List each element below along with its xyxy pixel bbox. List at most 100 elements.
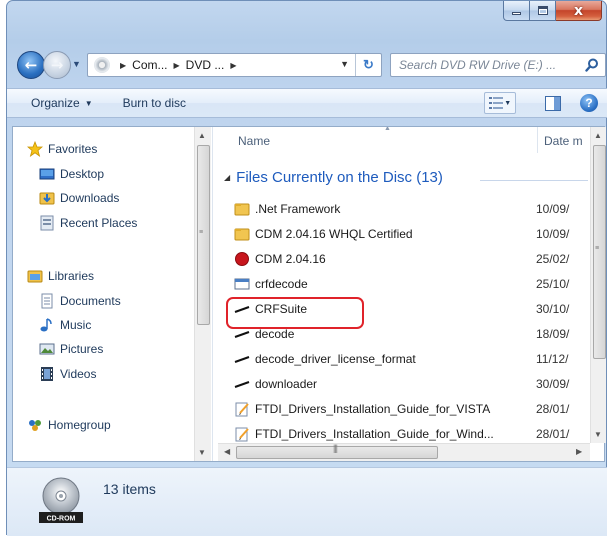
homegroup-icon [29,420,41,431]
folder-icon [234,203,250,216]
breadcrumb-computer[interactable]: Com... [132,58,167,72]
computer-drive-icon [94,57,110,73]
sidebar-item-recent-places[interactable]: Recent Places [39,213,137,233]
column-header-date-modified[interactable]: Date m [544,134,583,148]
documents-icon [41,293,53,309]
sidebar-item-documents[interactable]: Documents [39,291,121,311]
file-date-modified: 25/02/ [536,252,570,266]
file-row[interactable]: .Net Framework 10/09/ [234,198,590,220]
details-view-icon [488,97,503,109]
pane-divider[interactable] [212,127,213,461]
file-row[interactable]: decode_driver_license_format 11/12/ [234,348,590,370]
file-list-vertical-scrollbar[interactable]: ▲ ≡ ▼ [590,127,606,443]
sidebar-item-favorites[interactable]: Favorites [27,139,97,159]
maximize-button[interactable] [530,1,556,21]
group-divider-line [480,180,588,181]
sidebar-item-pictures[interactable]: Pictures [39,339,103,359]
document-icon [235,427,249,442]
view-dropdown-icon[interactable]: ▼ [504,100,511,107]
sidebar-label: Downloads [60,191,120,205]
window-icon [234,278,250,290]
downloads-folder-icon [39,192,55,205]
close-button[interactable]: x [556,1,602,21]
group-header[interactable]: ◢ Files Currently on the Disc (13) [224,169,443,186]
file-date-modified: 10/09/ [536,202,570,216]
annotation-highlight-box [226,297,364,329]
recent-pages-dropdown[interactable]: ▼ [72,59,81,69]
sort-ascending-icon: ▲ [384,127,391,132]
chevron-right-icon[interactable]: ▶ [230,61,236,70]
details-pane: CD-ROM 13 items [7,467,607,536]
document-icon [235,402,249,417]
file-name: FTDI_Drivers_Installation_Guide_for_VIST… [255,402,491,416]
file-row[interactable]: crfdecode 25/10/ [234,273,590,295]
search-icon[interactable] [585,58,599,72]
file-date-modified: 18/09/ [536,327,570,341]
address-bar[interactable]: ▶ Com... ▶ DVD ... ▶ ▼ ↻ [87,53,382,77]
scrollbar-thumb[interactable] [593,145,606,359]
scroll-down-icon[interactable]: ▼ [198,448,206,457]
preview-pane-icon [545,95,561,111]
file-name: crfdecode [255,277,308,291]
file-row[interactable]: FTDI_Drivers_Installation_Guide_for_VIST… [234,398,590,420]
sidebar-item-desktop[interactable]: Desktop [39,164,104,184]
desktop-icon [39,168,55,180]
file-row[interactable]: CDM 2.04.16 25/02/ [234,248,590,270]
file-list-horizontal-scrollbar[interactable]: ◀ ||| ▶ [218,443,590,461]
file-row[interactable]: downloader 30/09/ [234,373,590,395]
file-name: CDM 2.04.16 [255,252,326,266]
refresh-button[interactable]: ↻ [355,54,381,76]
file-row[interactable]: CDM 2.04.16 WHQL Certified 10/09/ [234,223,590,245]
file-row[interactable]: FTDI_Drivers_Installation_Guide_for_Wind… [234,423,590,445]
column-headers: ▲ Name Date m [218,127,590,153]
sidebar-item-videos[interactable]: Videos [39,364,96,384]
scrollbar-grip-icon: ≡ [595,245,600,252]
column-header-name[interactable]: Name [238,134,270,148]
sidebar-item-music[interactable]: Music [39,315,91,335]
scroll-down-icon[interactable]: ▼ [594,430,602,439]
scroll-left-icon[interactable]: ◀ [224,447,230,456]
change-view-button[interactable]: ▼ [484,92,516,114]
collapse-group-icon[interactable]: ◢ [224,173,230,182]
file-name: FTDI_Drivers_Installation_Guide_for_Wind… [255,427,494,441]
file-name: decode_driver_license_format [255,352,416,366]
file-date-modified: 30/10/ [536,302,570,316]
explorer-window: x ← → ▼ ▶ Com... ▶ DVD ... ▶ ▼ ↻ Search … [6,0,607,536]
sidebar-item-downloads[interactable]: Downloads [39,188,119,208]
navigation-row: ← → ▼ ▶ Com... ▶ DVD ... ▶ ▼ ↻ Search DV… [7,49,607,79]
close-icon: x [573,2,584,19]
search-input[interactable]: Search DVD RW Drive (E:) ... [399,58,556,72]
navigation-pane: Favorites Desktop Downloads Recent Place… [13,127,211,461]
help-button[interactable]: ? [580,94,598,112]
file-icon [234,381,250,388]
minimize-icon [512,12,521,15]
sidebar-label: Recent Places [60,216,138,230]
minimize-button[interactable] [503,1,530,21]
scroll-right-icon[interactable]: ▶ [576,447,582,456]
sidebar-item-libraries[interactable]: Libraries [27,266,94,286]
pictures-icon [39,343,55,355]
search-box[interactable]: Search DVD RW Drive (E:) ... [390,53,606,77]
navigation-scrollbar[interactable]: ▲ ≡ ▼ [194,127,211,461]
organize-label: Organize [31,96,80,110]
drive-label: CD-ROM [47,516,76,523]
breadcrumb-dvd-drive[interactable]: DVD ... [186,58,225,72]
scrollbar-grip-icon: ≡ [199,229,204,236]
videos-icon [41,367,53,381]
burn-to-disc-button[interactable]: Burn to disc [115,92,194,114]
organize-button[interactable]: Organize ▼ [23,92,101,114]
scroll-up-icon[interactable]: ▲ [594,131,602,140]
chevron-right-icon[interactable]: ▶ [120,61,126,70]
scroll-up-icon[interactable]: ▲ [198,131,206,140]
back-button[interactable]: ← [17,51,45,79]
cd-rom-drive-icon: CD-ROM [39,477,83,523]
column-separator[interactable] [537,127,538,153]
file-date-modified: 30/09/ [536,377,570,391]
sidebar-item-homegroup[interactable]: Homegroup [27,415,111,435]
address-dropdown-icon[interactable]: ▼ [340,59,349,69]
forward-button[interactable]: → [43,51,71,79]
maximize-icon [537,6,548,15]
preview-pane-button[interactable] [542,93,564,113]
chevron-right-icon[interactable]: ▶ [174,61,180,70]
file-name: .Net Framework [255,202,341,216]
